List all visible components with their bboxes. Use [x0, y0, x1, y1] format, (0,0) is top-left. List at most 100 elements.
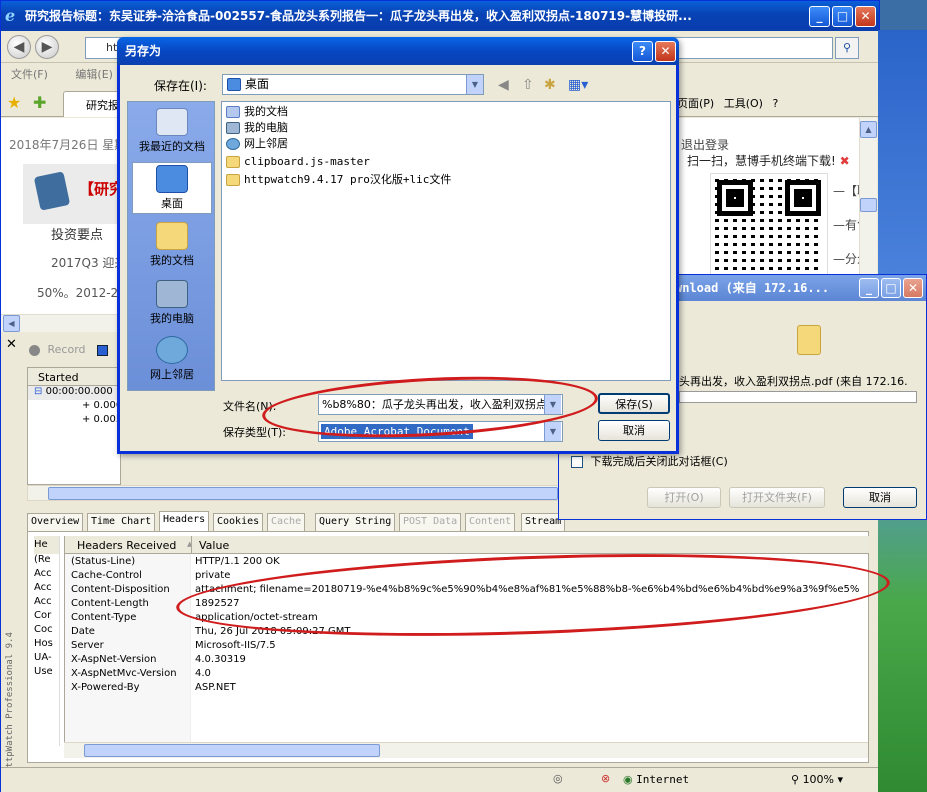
- filetype-chevron-icon[interactable]: ▼: [544, 422, 561, 441]
- tab-headers[interactable]: Headers: [159, 511, 210, 531]
- chevron-down-icon[interactable]: ▼: [466, 75, 483, 94]
- place-desktop[interactable]: 桌面: [132, 162, 212, 214]
- add-favorite-icon[interactable]: ✚: [33, 93, 46, 112]
- back-icon[interactable]: ◀: [7, 35, 31, 59]
- scroll-thumb[interactable]: [48, 487, 558, 500]
- list-item[interactable]: 我的文档: [226, 104, 288, 120]
- list-item[interactable]: 网上邻居: [226, 136, 288, 152]
- table-row[interactable]: Content-Type application/octet-stream: [65, 612, 869, 626]
- minimize-button[interactable]: _: [809, 6, 830, 27]
- header-value: private: [195, 570, 231, 581]
- favorites-star-icon[interactable]: ★: [7, 93, 21, 112]
- side-line-3[interactable]: —分众: [833, 250, 859, 267]
- download-minimize-button[interactable]: _: [859, 278, 879, 298]
- side-line-2[interactable]: —有色: [833, 216, 859, 233]
- zoom-control[interactable]: ⚲ 100% ▾: [791, 773, 843, 786]
- stop-icon[interactable]: [97, 345, 108, 356]
- save-as-close-button[interactable]: ✕: [655, 41, 676, 62]
- filename-input[interactable]: %b8%80：瓜子龙头再出发，收入盈利双拐点: [318, 394, 563, 415]
- save-button[interactable]: 保存(S): [598, 393, 670, 414]
- request-header-key: Acc: [34, 568, 52, 579]
- table-row[interactable]: (Status-Line) HTTP/1.1 200 OK: [65, 556, 869, 570]
- back-icon[interactable]: ◀: [498, 77, 509, 93]
- filename-history-chevron-icon[interactable]: ▼: [544, 395, 561, 414]
- tab-cookies[interactable]: Cookies: [213, 513, 264, 531]
- help-menu[interactable]: ?: [772, 97, 778, 110]
- tools-menu[interactable]: 工具(O): [724, 97, 763, 110]
- download-maximize-button[interactable]: □: [881, 278, 901, 298]
- table-row[interactable]: X-AspNet-Version 4.0.30319: [65, 654, 869, 668]
- download-cancel-button[interactable]: 取消: [843, 487, 917, 508]
- menu-edit[interactable]: 编辑(E): [75, 68, 113, 81]
- side-line-1[interactable]: —【联: [833, 182, 859, 199]
- close-when-done-checkbox[interactable]: 下载完成后关闭此对话框(C): [571, 453, 728, 469]
- blocked-icon[interactable]: ⊗: [601, 772, 610, 785]
- help-button[interactable]: ?: [632, 41, 653, 62]
- qr-close-icon[interactable]: ✖: [840, 154, 850, 168]
- grid-header-started[interactable]: Started: [28, 368, 120, 386]
- place-recent[interactable]: 我最近的文档: [132, 106, 212, 158]
- view-menu-icon[interactable]: ▦▾: [568, 77, 588, 93]
- save-in-dropdown[interactable]: 桌面 ▼: [222, 74, 484, 95]
- page-menu[interactable]: 页面(P): [677, 97, 714, 110]
- request-header-key: Acc: [34, 582, 52, 593]
- scroll-thumb[interactable]: [860, 198, 877, 212]
- save-in-label: 保存在(I):: [154, 79, 207, 93]
- qr-tip: 扫一扫，慧博手机终端下载! ✖: [687, 152, 850, 169]
- list-item[interactable]: 我的电脑: [226, 120, 288, 136]
- close-button[interactable]: ✕: [855, 6, 876, 27]
- new-folder-icon[interactable]: ✱: [544, 77, 556, 93]
- page-date: 2018年7月26日 星期: [9, 138, 127, 152]
- grid-row[interactable]: + 0.005: [28, 414, 120, 428]
- table-row[interactable]: Date Thu, 26 Jul 2018 05:09:27 GMT: [65, 626, 869, 640]
- place-label: 我的文档: [150, 254, 194, 267]
- headers-horizontal-scrollbar[interactable]: [64, 742, 868, 758]
- search-icon[interactable]: ⚲: [835, 37, 859, 59]
- file-name: 我的文档: [244, 105, 288, 118]
- filetype-select[interactable]: Adobe Acrobat Document: [318, 421, 563, 442]
- file-name: 网上邻居: [244, 137, 288, 150]
- tab-overview[interactable]: Overview: [27, 513, 84, 531]
- logout-link[interactable]: 退出登录: [681, 136, 729, 153]
- cancel-button[interactable]: 取消: [598, 420, 670, 441]
- save-as-dialog: 另存为 ? ✕ 保存在(I): 桌面 ▼ ◀ ⇧ ✱ ▦▾ 我最近的文档 桌面 …: [117, 37, 679, 454]
- list-item[interactable]: clipboard.js-master: [226, 154, 370, 170]
- up-folder-icon[interactable]: ⇧: [522, 77, 534, 93]
- place-network[interactable]: 网上邻居: [132, 334, 212, 386]
- table-row[interactable]: Cache-Control private: [65, 570, 869, 584]
- table-row[interactable]: X-Powered-By ASP.NET: [65, 682, 869, 696]
- table-row[interactable]: X-AspNetMvc-Version 4.0: [65, 668, 869, 682]
- response-headers-table: Headers Received Value (Status-Line) HTTP…: [64, 536, 869, 742]
- table-row[interactable]: Content-Length 1892527: [65, 598, 869, 612]
- column-separator[interactable]: [191, 536, 192, 554]
- table-row[interactable]: Server Microsoft-IIS/7.5: [65, 640, 869, 654]
- grid-row[interactable]: ⊟ 00:00:00.000: [28, 386, 120, 400]
- tab-research[interactable]: 研究报: [63, 91, 123, 117]
- value-column[interactable]: Value: [199, 539, 229, 552]
- place-label: 我的电脑: [150, 312, 194, 325]
- tab-query-string[interactable]: Query String: [315, 513, 396, 531]
- filetype-value: Adobe Acrobat Document: [321, 424, 473, 439]
- privacy-icon[interactable]: ◎: [553, 772, 563, 785]
- checkbox-box[interactable]: [571, 456, 583, 468]
- scroll-left-icon[interactable]: ◀: [3, 315, 20, 332]
- httpwatch-vertical-label: HttpWatch Professional 9.4: [5, 632, 15, 773]
- download-close-button[interactable]: ✕: [903, 278, 923, 298]
- menu-file[interactable]: 文件(F): [11, 68, 48, 81]
- download-progress-bar: [679, 391, 917, 403]
- place-my-documents[interactable]: 我的文档: [132, 220, 212, 272]
- httpwatch-close-icon[interactable]: ✕: [6, 337, 17, 352]
- table-row[interactable]: Content-Disposition attachment; filename=…: [65, 584, 869, 598]
- record-button[interactable]: Record: [29, 343, 86, 356]
- scroll-thumb[interactable]: [84, 744, 380, 757]
- list-item[interactable]: httpwatch9.4.17 pro汉化版+lic文件: [226, 172, 451, 188]
- grid-row[interactable]: + 0.000: [28, 400, 120, 414]
- tab-time-chart[interactable]: Time Chart: [87, 513, 156, 531]
- scroll-up-icon[interactable]: ▲: [860, 121, 877, 138]
- place-my-computer[interactable]: 我的电脑: [132, 278, 212, 330]
- header-key: X-AspNetMvc-Version: [71, 668, 177, 679]
- headers-received-column[interactable]: Headers Received: [77, 539, 192, 552]
- forward-icon[interactable]: ▶: [35, 35, 59, 59]
- grid-horizontal-scrollbar[interactable]: [27, 485, 561, 501]
- maximize-button[interactable]: □: [832, 6, 853, 27]
